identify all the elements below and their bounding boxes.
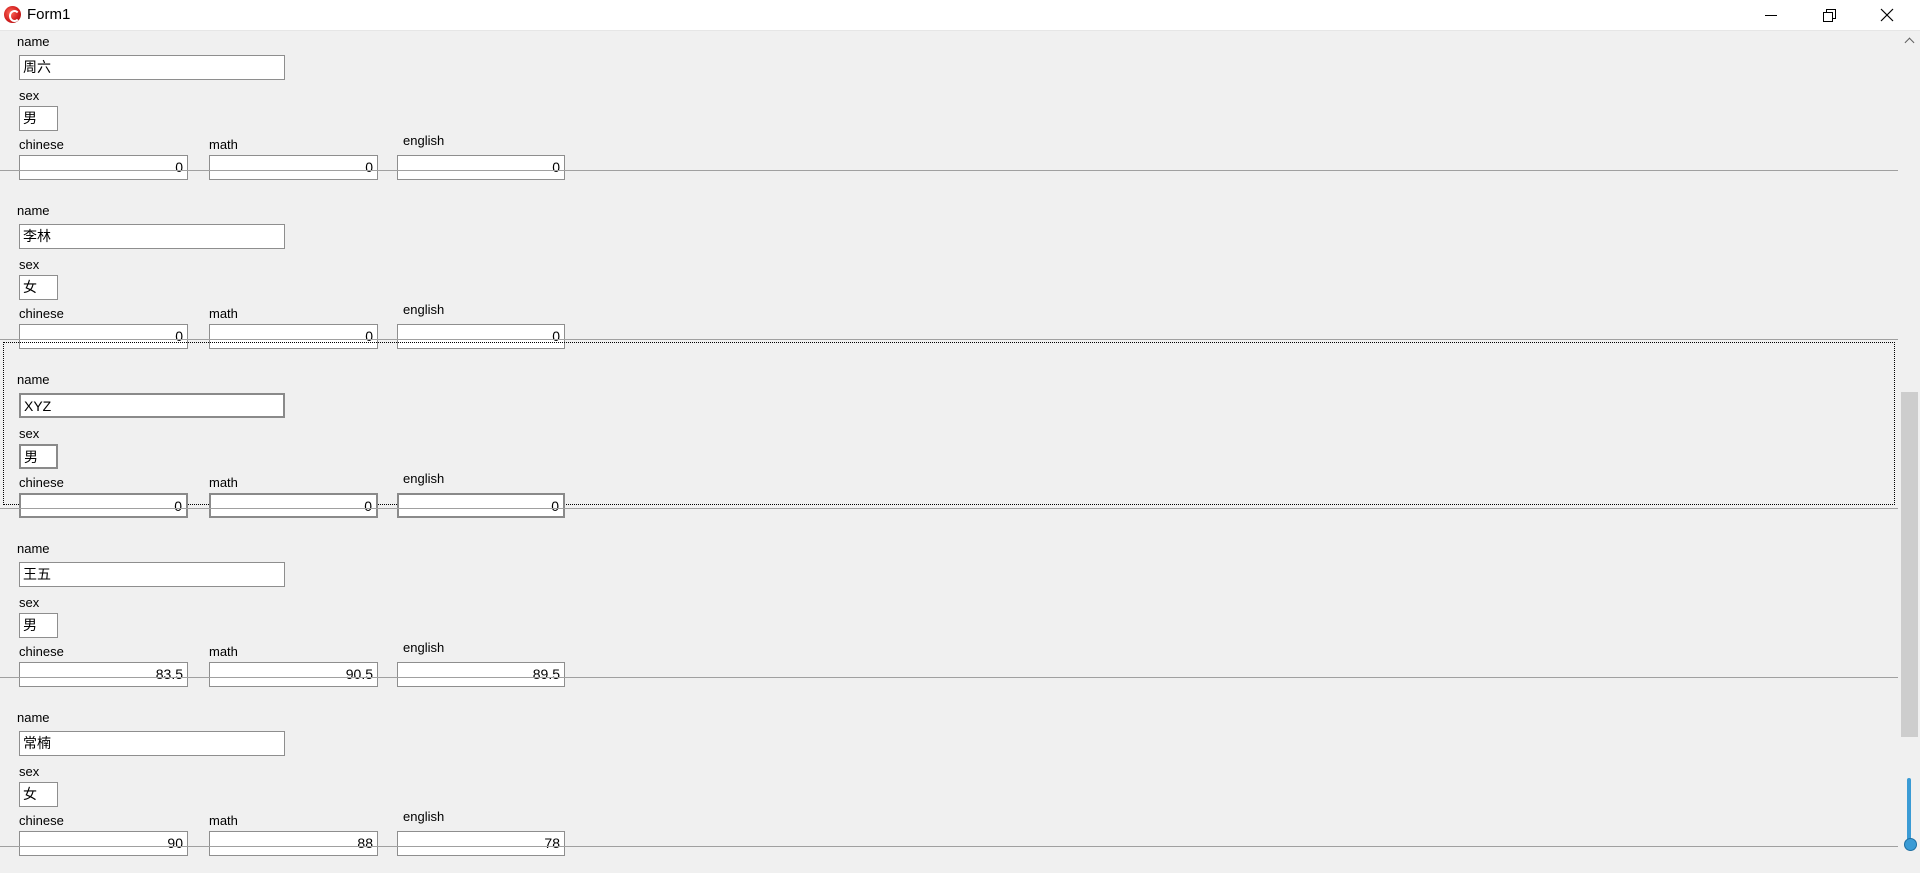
restore-icon: [1823, 9, 1836, 22]
math-label: math: [209, 813, 238, 828]
name-field[interactable]: 常楠: [19, 731, 285, 756]
english-label: english: [403, 133, 445, 148]
sex-label: sex: [19, 426, 40, 441]
name-field[interactable]: 王五: [19, 562, 285, 587]
chinese-label: chinese: [19, 137, 64, 152]
record-panel[interactable]: name 周六 sex 男 chinese 0 math 0 english 0: [0, 31, 1898, 180]
scrollbar-thumb[interactable]: [1901, 392, 1918, 737]
record-panel[interactable]: name 李林 sex 女 chinese 0 math 0 english 0: [0, 171, 1898, 349]
sex-label: sex: [19, 88, 40, 103]
record-divider: [0, 846, 1898, 847]
sex-field[interactable]: 女: [19, 275, 58, 300]
window-title: Form1: [27, 6, 71, 23]
english-label: english: [403, 302, 445, 317]
sex-label: sex: [19, 764, 40, 779]
name-label: name: [17, 34, 50, 49]
name-label: name: [17, 372, 50, 387]
title-bar[interactable]: Form1: [0, 0, 1920, 31]
chinese-label: chinese: [19, 306, 64, 321]
scroll-up-button[interactable]: [1899, 31, 1920, 49]
name-field[interactable]: XYZ: [19, 393, 285, 418]
english-label: english: [403, 471, 445, 486]
scroll-position-indicator: [1904, 778, 1917, 852]
chinese-field[interactable]: 90: [19, 831, 188, 856]
name-field[interactable]: 周六: [19, 55, 285, 80]
english-label: english: [403, 640, 445, 655]
math-label: math: [209, 475, 238, 490]
name-label: name: [17, 203, 50, 218]
english-field[interactable]: 78: [397, 831, 565, 856]
name-label: name: [17, 710, 50, 725]
sex-label: sex: [19, 257, 40, 272]
math-label: math: [209, 644, 238, 659]
restore-button[interactable]: [1800, 0, 1858, 30]
english-label: english: [403, 809, 445, 824]
sex-field[interactable]: 女: [19, 782, 58, 807]
math-field[interactable]: 88: [209, 831, 378, 856]
focus-rectangle: [3, 342, 1895, 505]
chevron-up-icon: [1904, 37, 1915, 47]
name-field[interactable]: 李林: [19, 224, 285, 249]
close-icon: [1880, 8, 1894, 22]
minimize-button[interactable]: [1742, 0, 1800, 30]
math-label: math: [209, 306, 238, 321]
sex-label: sex: [19, 595, 40, 610]
chinese-label: chinese: [19, 475, 64, 490]
name-label: name: [17, 541, 50, 556]
record-list[interactable]: name 周六 sex 男 chinese 0 math 0 english 0 name 李林 sex…: [0, 31, 1898, 873]
vertical-scrollbar[interactable]: [1899, 31, 1920, 873]
sex-field[interactable]: 男: [19, 613, 58, 638]
record-panel[interactable]: name 常楠 sex 女 chinese 90 math 88 english 78: [0, 678, 1898, 856]
close-button[interactable]: [1858, 0, 1916, 30]
minimize-icon: [1765, 14, 1777, 16]
record-panel[interactable]: name XYZ sex 男 chinese 0 math 0 english 0: [0, 340, 1898, 518]
app-icon[interactable]: [4, 6, 21, 23]
chinese-label: chinese: [19, 813, 64, 828]
record-panel[interactable]: name 王五 sex 男 chinese 83.5 math 90.5 english 89.5: [0, 509, 1898, 687]
math-label: math: [209, 137, 238, 152]
sex-field[interactable]: 男: [19, 106, 58, 131]
sex-field[interactable]: 男: [19, 444, 58, 469]
chinese-label: chinese: [19, 644, 64, 659]
